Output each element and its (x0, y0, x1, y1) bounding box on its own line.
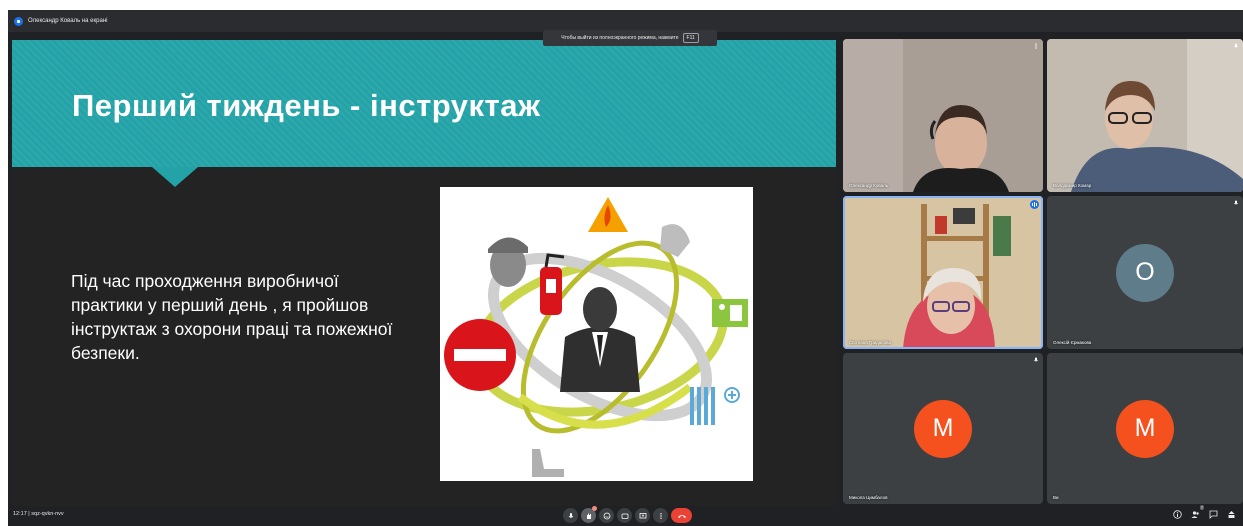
fullscreen-hint-key: F11 (682, 33, 699, 43)
participant-tile[interactable]: O Олексій Єрмакова (1047, 196, 1243, 349)
more-options-icon (659, 512, 662, 519)
more-options-button[interactable] (653, 508, 668, 523)
mic-off-icon (1233, 200, 1239, 205)
participant-tile[interactable]: Світлана Гридасова (843, 196, 1043, 349)
participant-video (843, 196, 1043, 349)
activities-icon (1228, 510, 1234, 518)
mic-off-icon (1233, 43, 1239, 48)
slide-body-text: Під час проходження виробничої практики … (71, 271, 393, 363)
present-screen-icon (639, 512, 646, 518)
participant-video (843, 39, 1043, 192)
info-icon (1172, 509, 1182, 519)
captions-button[interactable] (617, 508, 632, 523)
hand-raise-button[interactable] (581, 506, 597, 523)
end-call-icon (677, 514, 686, 518)
presenter-label: Олександр Коваль на екрані (28, 18, 108, 24)
shared-slide: Перший тиждень - інструктаж Під час прох… (12, 40, 836, 506)
emoji-icon (603, 512, 610, 519)
speaking-indicator-icon (1030, 200, 1039, 209)
participant-tile[interactable]: Володимир Комар (1047, 39, 1243, 192)
presentation-icon (14, 16, 23, 26)
present-screen-button[interactable] (635, 508, 650, 523)
participant-avatar: O (1116, 243, 1174, 302)
meet-window: Олександр Коваль на екрані Перший тижден… (8, 10, 1243, 526)
fullscreen-hint-text: Чтобы выйти из полноэкранного режима, на… (561, 35, 679, 41)
emoji-button[interactable] (599, 508, 614, 523)
participant-name: Олександр Коваль (849, 183, 889, 188)
mic-icon (568, 512, 573, 518)
fullscreen-hint: Чтобы выйти из полноэкранного режима, на… (543, 30, 717, 46)
people-icon (1191, 510, 1199, 518)
banner-notch (152, 167, 198, 187)
participant-avatar: M (1116, 399, 1174, 458)
bottom-control-bar: 12:17 | sqz-qvkn-nvv 7 (8, 505, 1243, 526)
hand-raise-icon (586, 513, 591, 519)
captions-icon (621, 513, 628, 519)
call-controls (563, 506, 692, 523)
meeting-details-button[interactable] (1171, 508, 1183, 520)
more-options-icon[interactable] (1033, 43, 1039, 49)
participant-name: Світлана Гридасова (849, 340, 891, 345)
end-call-button[interactable] (671, 508, 692, 523)
participant-video (1047, 39, 1243, 192)
chat-icon (1209, 510, 1217, 519)
safety-illustration-graphic (444, 197, 748, 477)
participant-name: Володимир Комар (1053, 183, 1092, 188)
slide-title: Перший тиждень - інструктаж (72, 88, 541, 123)
meeting-code: sqz-qvkn-nvv (31, 511, 64, 517)
mic-button[interactable] (563, 508, 578, 523)
participant-tile[interactable]: M Микола Цимбалов (843, 353, 1043, 504)
participant-name: Олексій Єрмакова (1053, 340, 1092, 345)
activities-button[interactable] (1225, 508, 1237, 520)
top-bar: Олександр Коваль на екрані (8, 10, 1243, 32)
participant-count: 7 (1199, 505, 1204, 510)
mic-off-icon (1033, 357, 1039, 362)
participant-avatar: M (914, 399, 972, 458)
notification-dot (592, 506, 597, 511)
participant-tile[interactable]: Олександр Коваль (843, 39, 1043, 192)
meeting-info: 12:17 | sqz-qvkn-nvv (13, 511, 64, 517)
presenter-chip[interactable]: Олександр Коваль на екрані (14, 15, 107, 27)
meeting-side-controls: 7 (1171, 505, 1237, 520)
participant-name: Микола Цимбалов (849, 495, 888, 500)
participant-name: Ви (1053, 495, 1059, 500)
chat-button[interactable] (1207, 508, 1219, 520)
participant-tile-self[interactable]: M Ви (1047, 353, 1243, 504)
safety-illustration (440, 187, 753, 481)
meeting-time: 12:17 (13, 511, 27, 517)
people-button[interactable]: 7 (1189, 505, 1204, 520)
